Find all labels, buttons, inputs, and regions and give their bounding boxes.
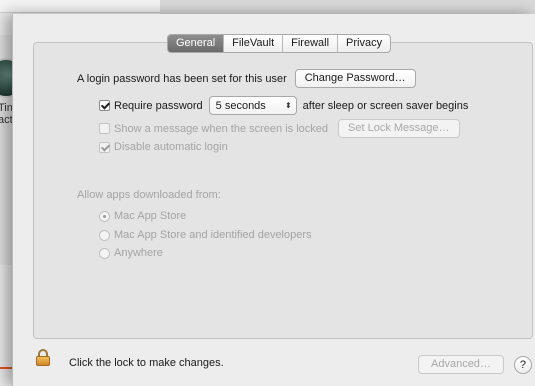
require-password-delay-select[interactable]: 5 seconds ⬍ xyxy=(208,96,297,115)
disable-automatic-login-checkbox[interactable] xyxy=(99,141,110,153)
require-password-label: Require password xyxy=(114,99,203,112)
radio-button[interactable] xyxy=(99,247,110,259)
radio-button-selected[interactable] xyxy=(99,210,110,222)
login-password-row: A login password has been set for this u… xyxy=(77,69,416,88)
require-password-checkbox[interactable] xyxy=(99,100,110,111)
lock-body xyxy=(36,356,50,366)
security-preferences-sheet: General FileVault Firewall Privacy A log… xyxy=(12,14,535,386)
show-message-row: Show a message when the screen is locked… xyxy=(99,119,460,138)
radio-identified-developers[interactable]: Mac App Store and identified developers xyxy=(99,229,312,241)
radio-button[interactable] xyxy=(99,229,110,241)
disable-automatic-login-label: Disable automatic login xyxy=(114,141,228,153)
footer-buttons: Advanced… ? xyxy=(418,355,532,374)
radio-anywhere[interactable]: Anywhere xyxy=(99,247,163,259)
up-down-arrows-icon: ⬍ xyxy=(284,101,292,110)
allow-apps-heading: Allow apps downloaded from: xyxy=(77,189,221,201)
tab-filevault[interactable]: FileVault xyxy=(223,35,282,52)
login-password-text: A login password has been set for this u… xyxy=(77,72,287,85)
after-sleep-text: after sleep or screen saver begins xyxy=(302,99,469,112)
require-password-row: Require password 5 seconds ⬍ after sleep… xyxy=(99,96,468,115)
tab-bar: General FileVault Firewall Privacy xyxy=(167,34,392,53)
advanced-button[interactable]: Advanced… xyxy=(418,355,504,374)
background-text-fragment: Tin act xyxy=(0,102,13,126)
lock-text: Click the lock to make changes. xyxy=(69,357,224,369)
background-titlebar xyxy=(0,0,160,13)
radio-mac-app-store[interactable]: Mac App Store xyxy=(99,210,186,222)
disable-login-row: Disable automatic login xyxy=(99,141,228,153)
lock-icon[interactable] xyxy=(36,349,50,366)
show-message-label: Show a message when the screen is locked xyxy=(114,122,329,135)
tab-firewall[interactable]: Firewall xyxy=(282,35,337,52)
tab-general[interactable]: General xyxy=(168,35,224,52)
show-message-checkbox[interactable] xyxy=(99,123,110,134)
require-password-delay-value: 5 seconds xyxy=(215,99,266,112)
radio-label: Mac App Store xyxy=(114,210,187,222)
set-lock-message-button[interactable]: Set Lock Message… xyxy=(338,119,460,138)
help-icon[interactable]: ? xyxy=(513,355,532,374)
radio-label: Mac App Store and identified developers xyxy=(114,229,312,241)
change-password-button[interactable]: Change Password… xyxy=(294,69,416,88)
radio-label: Anywhere xyxy=(114,247,163,259)
tab-privacy[interactable]: Privacy xyxy=(337,35,390,52)
